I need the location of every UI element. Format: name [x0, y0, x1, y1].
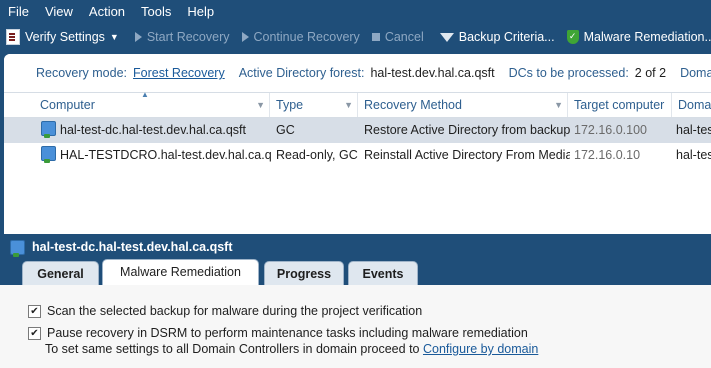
filter-dropdown-icon[interactable]: ▼ [256, 93, 265, 117]
cancel-button[interactable]: Cancel [366, 24, 430, 50]
column-computer[interactable]: Computer ▼ [34, 93, 270, 117]
continue-recovery-label: Continue Recovery [253, 30, 360, 44]
menu-bar: File View Action Tools Help [0, 0, 711, 23]
start-recovery-button[interactable]: Start Recovery [129, 24, 236, 50]
recovery-mode-link[interactable]: Forest Recovery [133, 66, 225, 80]
malware-remediation-label: Malware Remediation... [583, 30, 711, 44]
tab-general[interactable]: General [22, 261, 99, 285]
filter-dropdown-icon[interactable]: ▼ [554, 93, 563, 117]
column-computer-label: Computer [40, 98, 95, 112]
scan-backup-label: Scan the selected backup for malware dur… [47, 304, 423, 318]
verify-settings-label: Verify Settings [25, 30, 105, 44]
configure-note: To set same settings to all Domain Contr… [45, 342, 538, 356]
detail-header: hal-test-dc.hal-test.dev.hal.ca.qsft [0, 236, 711, 258]
column-type-label: Type [276, 98, 304, 112]
detail-title: hal-test-dc.hal-test.dev.hal.ca.qsft [32, 240, 233, 254]
domain-cell: hal-tes [676, 123, 711, 137]
malware-remediation-panel: ✔ Scan the selected backup for malware d… [0, 285, 711, 368]
target-computer-cell: 172.16.0.100 [574, 123, 647, 137]
domain-controllers-grid: ▲ Computer ▼ Type ▼ Recovery Method ▼ Ta… [4, 90, 711, 168]
pause-dsrm-label: Pause recovery in DSRM to perform mainte… [47, 326, 528, 340]
domain-controller-icon [10, 239, 25, 257]
pause-dsrm-checkbox[interactable]: ✔ [28, 326, 41, 340]
configure-by-domain-link[interactable]: Configure by domain [423, 342, 538, 356]
scan-backup-checkbox[interactable]: ✔ [28, 304, 41, 318]
target-computer-cell: 172.16.0.10 [574, 148, 641, 162]
table-row[interactable]: HAL-TESTDCRO.hal-test.dev.hal.ca.qsft Re… [4, 143, 711, 168]
detail-tabs: General Malware Remediation Progress Eve… [0, 258, 711, 286]
domain-controller-icon [41, 146, 56, 163]
forest-label: Active Directory forest: [238, 66, 365, 80]
computer-name: HAL-TESTDCRO.hal-test.dev.hal.ca.qsft [60, 148, 271, 162]
computer-name: hal-test-dc.hal-test.dev.hal.ca.qsft [60, 123, 246, 137]
recovery-mode-label: Recovery mode: [36, 66, 128, 80]
backup-criteria-button[interactable]: Backup Criteria... [434, 24, 561, 50]
forest-value: hal-test.dev.hal.ca.qsft [370, 66, 495, 80]
recovery-method-cell: Restore Active Directory from backup [364, 123, 570, 137]
domain-cell: hal-tes [676, 148, 711, 162]
domain-controller-icon [41, 121, 56, 138]
tab-events[interactable]: Events [348, 261, 418, 285]
menu-tools[interactable]: Tools [133, 4, 179, 19]
recovery-method-cell: Reinstall Active Directory From Media [364, 148, 570, 162]
type-cell: GC [276, 123, 295, 137]
pause-dsrm-option[interactable]: ✔ Pause recovery in DSRM to perform main… [28, 326, 528, 340]
recovery-info-bar: Recovery mode: Forest Recovery Active Di… [4, 54, 711, 92]
configure-note-text: To set same settings to all Domain Contr… [45, 342, 420, 356]
column-type[interactable]: Type ▼ [270, 93, 358, 117]
filter-dropdown-icon[interactable]: ▼ [344, 93, 353, 117]
tab-progress[interactable]: Progress [264, 261, 344, 285]
menu-view[interactable]: View [37, 4, 81, 19]
verify-settings-button[interactable]: Verify Settings ▼ [0, 24, 125, 50]
menu-help[interactable]: Help [179, 4, 222, 19]
menu-file[interactable]: File [0, 4, 37, 19]
play-icon [241, 32, 249, 42]
start-recovery-label: Start Recovery [146, 30, 230, 44]
dcs-label: DCs to be processed: [508, 66, 629, 80]
scan-backup-option[interactable]: ✔ Scan the selected backup for malware d… [28, 304, 422, 318]
column-recovery-method[interactable]: Recovery Method ▼ [358, 93, 568, 117]
table-row[interactable]: hal-test-dc.hal-test.dev.hal.ca.qsft GC … [4, 118, 711, 143]
dcs-value: 2 of 2 [634, 66, 667, 80]
type-cell: Read-only, GC [276, 148, 358, 162]
shield-icon: ✓ [566, 30, 579, 44]
cancel-label: Cancel [384, 30, 424, 44]
chevron-down-icon[interactable]: ▼ [110, 32, 119, 42]
recovery-panel: Recovery mode: Forest Recovery Active Di… [4, 54, 711, 234]
stop-icon [371, 33, 380, 41]
continue-recovery-button[interactable]: Continue Recovery [236, 24, 366, 50]
document-icon [6, 29, 20, 45]
filter-icon [439, 32, 454, 42]
tab-malware-remediation[interactable]: Malware Remediation [102, 259, 259, 286]
malware-remediation-button[interactable]: ✓ Malware Remediation... [561, 24, 711, 50]
grid-header: ▲ Computer ▼ Type ▼ Recovery Method ▼ Ta… [4, 90, 711, 118]
column-domain[interactable]: Domai [672, 93, 711, 117]
toolbar: Verify Settings ▼ Start Recovery Continu… [0, 23, 711, 51]
column-recovery-method-label: Recovery Method [364, 98, 462, 112]
computer-cell: hal-test-dc.hal-test.dev.hal.ca.qsft [41, 118, 271, 143]
column-target-computer-label: Target computer [574, 98, 665, 112]
computer-cell: HAL-TESTDCRO.hal-test.dev.hal.ca.qsft [41, 143, 271, 168]
backup-criteria-label: Backup Criteria... [458, 30, 555, 44]
play-icon [134, 32, 142, 42]
column-domain-label: Domai [678, 98, 711, 112]
column-target-computer[interactable]: Target computer [568, 93, 672, 117]
domains-label: Domains to [680, 66, 711, 80]
menu-action[interactable]: Action [81, 4, 133, 19]
